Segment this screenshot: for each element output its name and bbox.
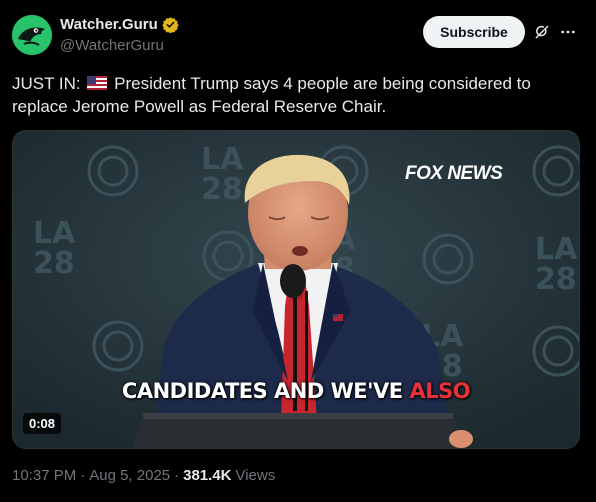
network-logo-text: FOX NEWS bbox=[405, 163, 503, 184]
meta-separator: · bbox=[174, 467, 180, 484]
grok-icon[interactable] bbox=[533, 23, 551, 41]
post-meta: 10:37 PM · Aug 5, 2025 · 381.4K Views bbox=[12, 467, 275, 484]
verified-badge-icon bbox=[162, 17, 179, 33]
watcher-guru-logo-icon bbox=[12, 15, 52, 55]
video-player[interactable]: LA28 LA28 LA28 LA28 LA28 bbox=[12, 130, 580, 449]
views-label: Views bbox=[235, 467, 276, 484]
author-display-name[interactable]: Watcher.Guru bbox=[60, 16, 158, 33]
views-count: 381.4K bbox=[183, 467, 232, 484]
svg-text:28: 28 bbox=[535, 262, 577, 297]
post-card: Watcher.Guru @WatcherGuru Subscribe JUST… bbox=[0, 0, 596, 502]
meta-separator: · bbox=[80, 467, 86, 484]
svg-text:28: 28 bbox=[33, 246, 75, 281]
post-time[interactable]: 10:37 PM bbox=[12, 467, 76, 484]
video-caption: CANDIDATES AND WE'VE ALSO bbox=[13, 379, 579, 403]
more-options-icon[interactable] bbox=[559, 23, 577, 41]
post-prefix: JUST IN: bbox=[12, 74, 81, 93]
post-date[interactable]: Aug 5, 2025 bbox=[89, 467, 170, 484]
avatar[interactable] bbox=[12, 15, 52, 55]
author-name-row[interactable]: Watcher.Guru bbox=[60, 16, 179, 33]
video-duration-badge: 0:08 bbox=[23, 413, 62, 434]
network-logo: FOX NEWS bbox=[405, 163, 503, 185]
subscribe-button[interactable]: Subscribe bbox=[423, 16, 525, 48]
svg-text:28: 28 bbox=[201, 172, 243, 207]
author-handle[interactable]: @WatcherGuru bbox=[60, 37, 164, 54]
us-flag-icon bbox=[87, 76, 108, 90]
post-text: JUST IN: President Trump says 4 people a… bbox=[12, 72, 572, 118]
caption-main: CANDIDATES AND WE'VE bbox=[121, 379, 403, 403]
caption-highlight: ALSO bbox=[409, 379, 471, 403]
